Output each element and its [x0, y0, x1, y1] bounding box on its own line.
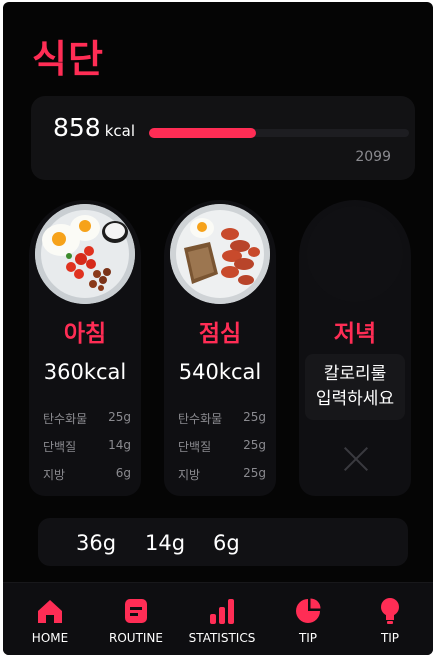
calorie-unit: kcal — [104, 122, 136, 140]
meal-card-lunch[interactable]: 점심 540kcal 탄수화물 25g 단백질 25g 지방 25g — [164, 200, 276, 496]
nutrient-row-carbs: 탄수화물 25g — [178, 410, 266, 428]
meal-kcal: 540kcal — [178, 360, 262, 384]
nutrient-value: 14g — [108, 438, 131, 452]
close-icon[interactable] — [343, 446, 369, 472]
meal-name: 점심 — [198, 321, 242, 347]
nutrient-label: 탄수화물 — [43, 412, 88, 426]
page-title: 식단 — [32, 37, 104, 81]
calorie-goal: 2099 — [355, 149, 391, 165]
meal-card-breakfast[interactable]: 아침 360kcal 탄수화물 25g 단백질 14g 지방 6g — [29, 200, 141, 496]
nutrient-label: 단백질 — [43, 440, 77, 454]
nutrient-value: 6g — [115, 466, 131, 480]
nav-label: TIP — [380, 631, 400, 645]
nav-routine[interactable]: ROUTINE — [93, 583, 179, 655]
breakfast-photo — [35, 204, 135, 304]
nutrient-row-protein: 단백질 25g — [178, 438, 266, 456]
calorie-progress-fill — [149, 128, 256, 138]
nav-label: STATISTICS — [188, 631, 256, 645]
nutrient-row-protein: 단백질 14g — [43, 438, 131, 456]
nutrient-label: 지방 — [178, 468, 201, 482]
dinner-photo-placeholder — [307, 206, 403, 302]
lightbulb-icon — [375, 597, 405, 625]
nutrient-label: 지방 — [43, 468, 66, 482]
meal-card-dinner[interactable]: 저녁 칼로리룰 입력하세요 — [299, 200, 411, 496]
app-screen: 식단 858 kcal 2099 아침 360kcal 탄수화물 25g 단백질… — [3, 2, 433, 655]
statistics-icon — [207, 597, 237, 625]
nutrient-value: 25g — [108, 410, 131, 424]
bottom-navigation: HOME ROUTINE STATISTICS TIP TIP — [3, 582, 433, 655]
pie-chart-icon — [293, 597, 323, 625]
macro-totals-bar: 36g 14g 6g — [38, 518, 408, 566]
meal-name: 아침 — [63, 321, 107, 347]
nav-statistics[interactable]: STATISTICS — [179, 583, 265, 655]
nav-tip-chart[interactable]: TIP — [265, 583, 351, 655]
meal-kcal: 360kcal — [43, 360, 127, 384]
nutrient-value: 25g — [243, 438, 266, 452]
calorie-progress-bar — [149, 128, 409, 138]
nutrient-label: 탄수화물 — [178, 412, 223, 426]
calorie-entry-prompt[interactable]: 칼로리룰 입력하세요 — [305, 354, 405, 420]
nav-tip-lightbulb[interactable]: TIP — [347, 583, 433, 655]
nutrient-label: 단백질 — [178, 440, 212, 454]
total-protein: 14g — [145, 531, 186, 555]
routine-icon — [121, 597, 151, 625]
nutrient-row-fat: 지방 6g — [43, 466, 131, 484]
calorie-consumed: 858 kcal — [53, 113, 135, 142]
meal-name: 저녁 — [333, 321, 377, 347]
nutrient-row-fat: 지방 25g — [178, 466, 266, 484]
nav-label: ROUTINE — [109, 631, 163, 645]
nutrient-value: 25g — [243, 410, 266, 424]
home-icon — [35, 597, 65, 625]
total-fat: 6g — [213, 531, 240, 555]
nav-label: TIP — [298, 631, 318, 645]
lunch-photo — [170, 204, 270, 304]
calorie-consumed-value: 858 — [53, 113, 101, 142]
calorie-summary-card: 858 kcal 2099 — [31, 96, 415, 180]
nutrient-row-carbs: 탄수화물 25g — [43, 410, 131, 428]
nutrient-value: 25g — [243, 466, 266, 480]
nav-label: HOME — [31, 631, 69, 645]
total-carbs: 36g — [76, 531, 117, 555]
nav-home[interactable]: HOME — [7, 583, 93, 655]
